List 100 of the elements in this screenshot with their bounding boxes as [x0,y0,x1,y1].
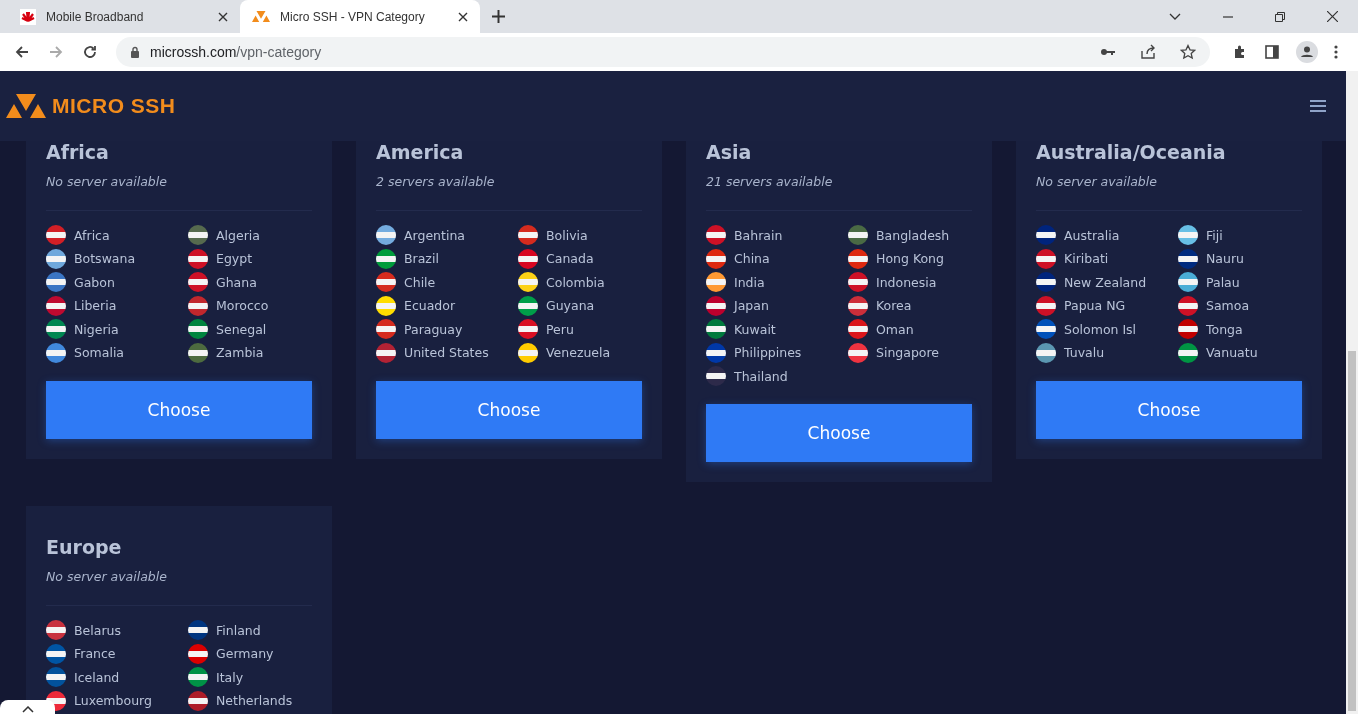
reload-icon[interactable] [82,44,98,60]
share-icon[interactable] [1140,44,1156,60]
country-name: Paraguay [404,321,463,337]
country-name: Venezuela [546,345,611,360]
choose-button[interactable]: Choose [706,404,972,462]
country-name: Bahrain [734,227,783,243]
menu-icon[interactable] [1334,44,1338,60]
country-name: Colombia [546,274,605,290]
chevron-down-icon[interactable] [1169,13,1181,20]
logo-icon [252,11,270,22]
country-name: China [734,251,770,266]
country-name: Gabon [74,274,115,290]
profile-icon[interactable] [1296,41,1318,63]
country-name: Singapore [876,345,940,360]
country-name: Korea [876,298,912,313]
country-name: Bolivia [546,227,588,243]
availability-text: 2 servers available [376,174,496,189]
country-name: Solomon Isl [1064,321,1137,337]
close-icon[interactable] [218,11,228,22]
country-name: Thailand [734,368,788,384]
country-name: Nauru [1206,251,1244,266]
region-title: America [376,141,465,163]
country-name: Germany [216,646,274,661]
country-name: Philippines [734,345,802,360]
scrollbar[interactable] [1346,71,1358,714]
availability-text: 21 servers available [706,174,834,189]
country-name: Canada [546,251,594,266]
country-name: India [734,274,765,290]
country-name: Italy [216,669,244,685]
country-name: Oman [876,321,914,337]
country-name: Zambia [216,345,264,360]
browser-tab[interactable]: Mobile Broadband [8,0,240,33]
region-title: Europe [46,536,123,558]
country-name: Vanuatu [1206,345,1258,360]
availability-text: No server available [46,174,168,189]
country-name: Luxembourg [74,693,152,708]
country-name: Iceland [74,669,120,685]
country-name: Samoa [1206,298,1250,313]
availability-text: No server available [46,569,168,584]
close-icon[interactable] [458,11,468,22]
country-name: Tuvalu [1064,345,1105,360]
tab-title: Mobile Broadband [46,9,144,24]
region-title: Australia/Oceania [1036,141,1227,163]
country-name: Japan [734,298,769,313]
country-name: Algeria [216,227,260,243]
star-icon[interactable] [1180,44,1196,60]
region-title: Asia [706,141,753,163]
country-name: Chile [404,274,436,290]
country-name: Hong Kong [876,251,944,266]
country-name: Somalia [74,345,125,360]
logo-text: MICRO SSH [52,94,176,118]
flower-icon [20,8,36,25]
country-name: Egypt [216,251,253,266]
region-title: Africa [46,141,110,163]
country-name: Peru [546,321,574,337]
scrollbar-thumb[interactable] [1348,351,1356,711]
country-name: New Zealand [1064,274,1147,290]
new-tab-icon[interactable] [491,10,505,23]
lock-icon [130,46,140,58]
tab-title: Micro SSH - VPN Category [280,9,425,24]
country-name: Botswana [74,251,136,266]
choose-button[interactable]: Choose [376,380,642,439]
country-name: Australia [1064,227,1120,243]
chevron-up-icon [21,706,34,713]
country-name: Fiji [1206,227,1223,243]
country-name: Netherlands [216,693,293,708]
country-name: United States [404,345,489,360]
country-name: Nigeria [74,321,119,337]
country-name: Argentina [404,227,465,243]
side-panel-icon[interactable] [1264,44,1280,60]
country-name: Guyana [546,298,595,313]
browser-tab[interactable]: Micro SSH - VPN Category [240,0,480,33]
country-name: Kiribati [1064,251,1109,266]
address-bar[interactable]: microssh.com/vpn-category [116,37,1210,67]
availability-text: No server available [1036,174,1158,189]
country-name: Africa [74,227,110,243]
country-name: Finland [216,622,261,638]
country-name: Papua NG [1064,298,1126,313]
close-icon[interactable] [1327,11,1338,22]
country-name: Ghana [216,274,257,290]
country-name: Senegal [216,321,267,337]
country-name: Tonga [1206,321,1243,337]
country-name: Brazil [404,251,439,266]
restore-icon[interactable] [1275,11,1285,22]
url-text: microssh.com/vpn-category [150,44,322,60]
country-name: Indonesia [876,274,937,290]
choose-button[interactable]: Choose [1036,380,1302,439]
country-name: Belarus [74,622,121,638]
country-name: Liberia [74,298,117,313]
minimize-icon[interactable] [1223,15,1233,18]
choose-button[interactable]: Choose [46,380,312,439]
menu-icon[interactable] [1310,99,1326,113]
country-name: France [74,646,116,661]
back-icon[interactable] [14,44,30,60]
country-name: Ecuador [404,298,456,313]
country-name: Morocco [216,298,269,313]
country-name: Palau [1206,274,1240,290]
country-name: Bangladesh [876,227,950,243]
logo-icon [6,94,46,118]
country-name: Kuwait [734,321,776,337]
